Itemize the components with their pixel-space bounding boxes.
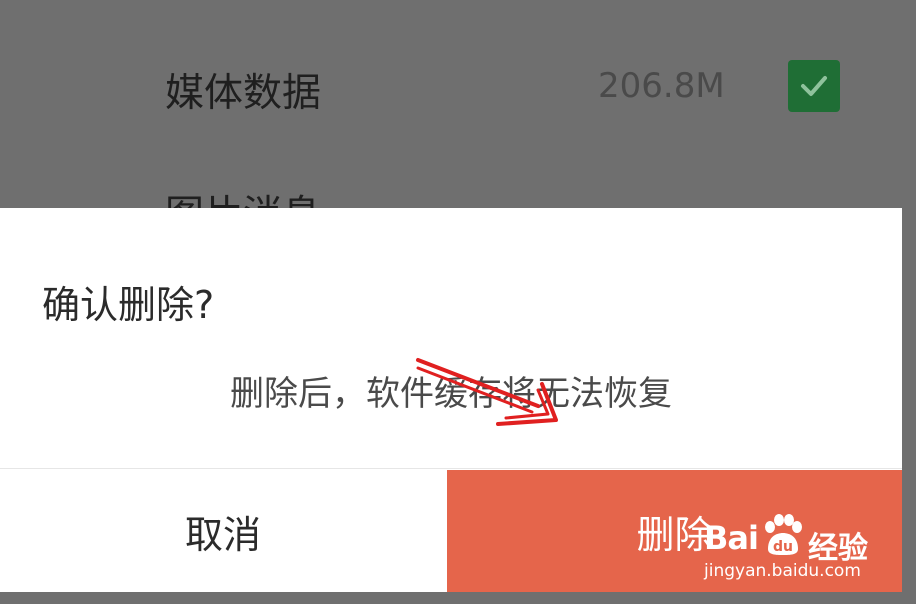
- watermark-brand: Bai: [704, 519, 759, 557]
- cancel-button[interactable]: 取消: [0, 470, 446, 592]
- media-data-checkbox[interactable]: [788, 60, 840, 112]
- watermark-url: jingyan.baidu.com: [704, 561, 861, 581]
- paw-logo-icon: du: [765, 514, 802, 555]
- dialog-title: 确认删除?: [42, 283, 215, 327]
- annotation-arrow-icon: [416, 358, 558, 426]
- baidu-jingyan-watermark: Bai du 经验 jingyan.baidu.com: [700, 505, 900, 585]
- dialog-divider: [0, 468, 902, 469]
- media-data-row: [0, 30, 916, 150]
- media-data-label: 媒体数据: [165, 71, 322, 116]
- image-messages-label: 图片消息: [165, 184, 321, 208]
- svg-text:du: du: [773, 539, 793, 555]
- media-data-size: 206.8M: [598, 66, 725, 106]
- checkmark-icon: [801, 76, 827, 96]
